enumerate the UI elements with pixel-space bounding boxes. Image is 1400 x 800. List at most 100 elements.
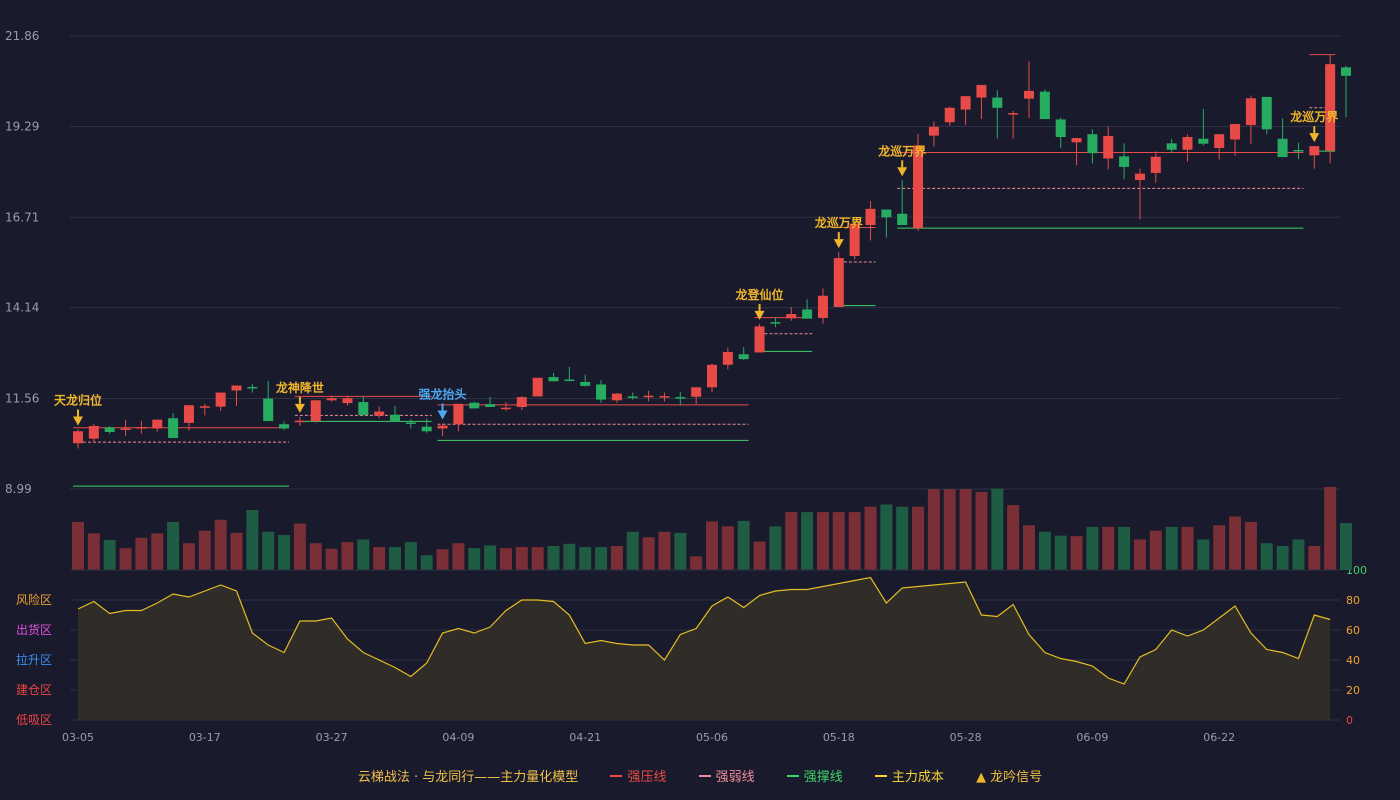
volume-bar	[262, 531, 275, 570]
chart-legend: 云梯战法 · 与龙同行——主力量化模型 强压线 强弱线 强撑线 主力成本 ▲ 龙吟…	[0, 766, 1400, 785]
candle-body	[88, 425, 99, 439]
candle-body	[928, 126, 939, 136]
signal-label: 强龙抬头	[419, 387, 467, 402]
volume-bar	[563, 543, 576, 570]
candlestick-chart: 8.9911.5614.1416.7119.2921.8602040608010…	[5, 29, 1367, 744]
x-tick-label: 06-09	[1076, 731, 1108, 744]
candle-body	[580, 381, 591, 386]
legend-signal[interactable]: ▲ 龙吟信号	[976, 766, 1042, 785]
volume-bar	[1007, 505, 1020, 570]
candle-body	[215, 392, 226, 407]
candle-body	[73, 431, 83, 444]
volume-bar	[816, 512, 829, 570]
candle-body	[183, 405, 194, 423]
x-tick-label: 03-05	[62, 731, 94, 744]
candle-body	[279, 424, 290, 429]
candle-body	[675, 397, 686, 399]
candle-body	[1039, 91, 1050, 120]
volume-bar	[436, 549, 449, 570]
volume-bar	[547, 545, 560, 570]
volume-bar	[690, 556, 703, 570]
candle-body	[865, 208, 876, 226]
candle-body	[1182, 137, 1193, 150]
volume-bar	[182, 543, 195, 570]
volume-bar	[975, 491, 988, 570]
legend-support[interactable]: 强撑线	[786, 766, 843, 785]
volume-bar	[278, 535, 291, 570]
volume-bar	[579, 547, 592, 570]
candle-body	[1119, 156, 1130, 167]
candle-body	[247, 386, 258, 389]
volume-bar	[785, 512, 798, 570]
candle-body	[437, 425, 448, 429]
volume-bar	[135, 537, 148, 570]
volume-bar	[198, 530, 211, 570]
osc-tick-label: 40	[1346, 654, 1360, 667]
signal-arrow	[833, 239, 844, 249]
signal-arrow	[73, 416, 83, 426]
signal-label: 龙巡万界	[815, 215, 863, 230]
volume-bar	[309, 543, 322, 570]
price-tick-label: 21.86	[5, 29, 39, 43]
volume-bar	[1213, 525, 1226, 570]
candle-body	[453, 403, 464, 425]
candle-body	[960, 96, 971, 110]
volume-bar	[1340, 523, 1352, 570]
volume-bar	[1133, 539, 1146, 570]
legend-pressure[interactable]: 强压线	[610, 766, 666, 785]
volume-bar	[1229, 516, 1242, 570]
volume-bar	[230, 532, 243, 570]
candle-body	[358, 402, 369, 416]
candle-body	[1341, 67, 1351, 76]
signal-arrow	[1309, 133, 1320, 143]
candle-body	[532, 377, 543, 397]
volume-bar	[484, 545, 497, 570]
candle-body	[1166, 143, 1177, 150]
volume-bar	[246, 509, 259, 570]
candle-body	[976, 84, 987, 98]
candle-body	[1325, 64, 1336, 151]
signal-label: 龙登仙位	[736, 287, 784, 302]
candle-body	[691, 387, 702, 397]
volume-bar	[721, 526, 734, 570]
osc-tick-label: 0	[1346, 714, 1353, 727]
volume-bar	[373, 547, 386, 570]
volume-bar	[1260, 543, 1273, 570]
candle-body	[1150, 156, 1161, 173]
volume-bar	[119, 548, 132, 570]
volume-bar	[880, 504, 893, 570]
signal-arrow	[294, 403, 305, 413]
volume-bar	[531, 547, 544, 570]
volume-bar	[499, 548, 512, 570]
volume-bar	[167, 521, 180, 570]
signal-arrow	[437, 410, 448, 420]
volume-bar	[357, 539, 370, 570]
volume-bar	[1292, 539, 1305, 570]
candle-body	[231, 385, 242, 391]
volume-bar	[943, 489, 956, 570]
volume-bar	[1086, 526, 1099, 570]
candle-body	[881, 209, 892, 218]
candle-body	[1309, 146, 1320, 156]
candle-body	[1245, 98, 1256, 126]
candle-body	[168, 418, 179, 438]
candle-body	[992, 97, 1003, 108]
candle-body	[1024, 90, 1034, 99]
candle-body	[770, 322, 781, 324]
volume-bar	[1023, 525, 1035, 570]
candle-body	[944, 107, 955, 123]
candle-body	[405, 422, 416, 424]
signal-arrow	[897, 167, 908, 177]
candle-body	[897, 213, 908, 226]
signal-label: 天龙归位	[54, 393, 102, 408]
volume-bar	[991, 488, 1004, 570]
candle-body	[1277, 138, 1288, 158]
legend-weak[interactable]: 强弱线	[698, 766, 755, 785]
volume-bar	[1054, 535, 1067, 570]
candle-body	[754, 326, 765, 353]
zone-label: 风险区	[16, 592, 52, 607]
legend-cost[interactable]: 主力成本	[874, 766, 944, 785]
volume-bar	[1308, 545, 1321, 570]
osc-tick-label: 20	[1346, 684, 1360, 697]
volume-bar	[706, 521, 718, 570]
